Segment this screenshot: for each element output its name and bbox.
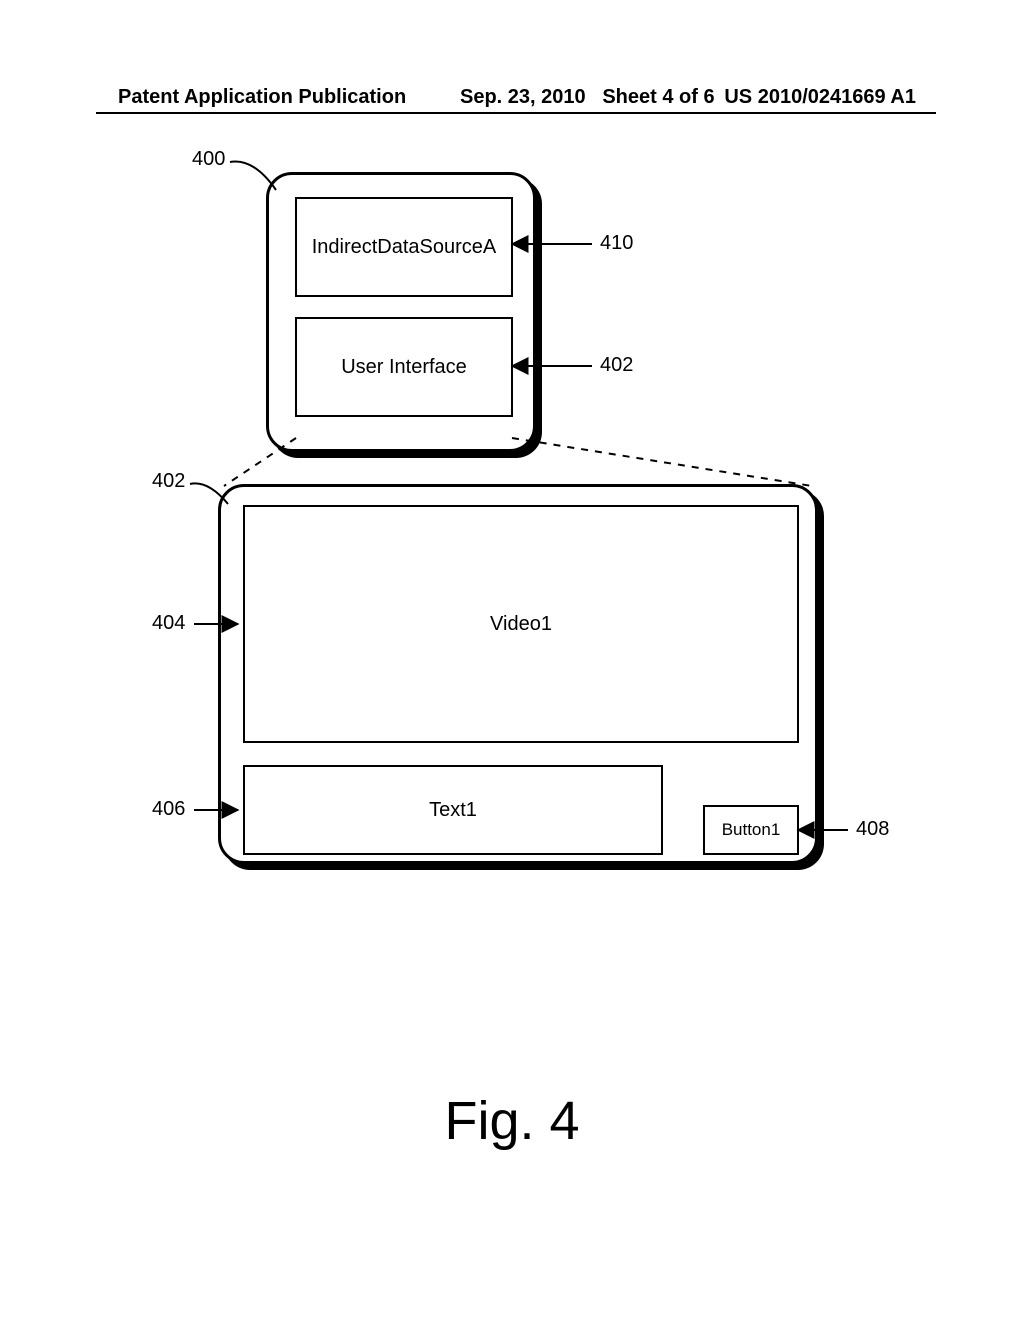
ref-404: 404	[152, 612, 185, 635]
header-right: US 2010/0241669 A1	[724, 86, 916, 109]
ref-410: 410	[600, 232, 633, 255]
video1-box: Video1	[243, 505, 799, 743]
ref-402a: 402	[600, 354, 633, 377]
ref-406: 406	[152, 798, 185, 821]
bottom-panel: Video1 Text1 Button1	[218, 484, 818, 864]
ref-408: 408	[856, 818, 889, 841]
video1-label: Video1	[490, 613, 552, 636]
patent-figure-page: { "header": { "left": "Patent Applicatio…	[0, 0, 1024, 1320]
text1-label: Text1	[429, 799, 477, 822]
button1-label: Button1	[722, 820, 781, 840]
header-rule	[96, 112, 936, 114]
header-left: Patent Application Publication	[118, 86, 406, 109]
ref-402b: 402	[152, 470, 185, 493]
button1-box: Button1	[703, 805, 799, 855]
top-panel: IndirectDataSourceA User Interface	[266, 172, 536, 452]
text1-box: Text1	[243, 765, 663, 855]
indirect-data-source-box: IndirectDataSourceA	[295, 197, 513, 297]
indirect-data-source-label: IndirectDataSourceA	[312, 236, 497, 259]
figure-caption: Fig. 4	[0, 1090, 1024, 1152]
ref-400: 400	[192, 148, 225, 171]
user-interface-box: User Interface	[295, 317, 513, 417]
header-date: Sep. 23, 2010 Sheet 4 of 6	[460, 86, 715, 109]
user-interface-label: User Interface	[341, 356, 467, 379]
